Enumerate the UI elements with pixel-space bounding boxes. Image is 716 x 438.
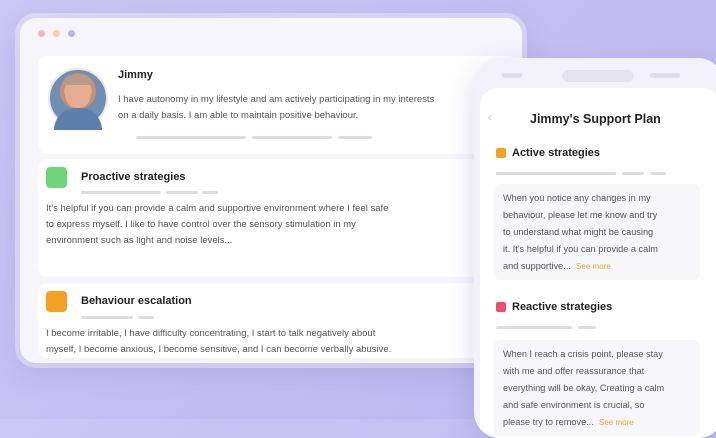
placeholder-line: [578, 326, 596, 329]
mobile-page-title: Jimmy's Support Plan: [530, 112, 661, 126]
behaviour-escalation-card[interactable]: Behaviour escalation I become irritable,…: [38, 283, 518, 358]
mobile-device: ‹ Jimmy's Support Plan Active strategies…: [474, 58, 716, 438]
browser-window: Jimmy I have autonomy in my lifestyle an…: [20, 18, 522, 363]
placeholder-line: [138, 316, 154, 319]
text-fragment: and supportive...: [503, 261, 571, 271]
placeholder-line: [81, 191, 161, 194]
active-strategies-card[interactable]: When you notice any changes in my behavi…: [494, 184, 700, 280]
text-line: and safe environment is crucial, so: [503, 400, 645, 410]
text-line: to understand what might be causing: [503, 227, 654, 237]
text-line: with me and offer reassurance that: [503, 366, 645, 376]
proactive-strategies-text: It's helpful if you can provide a calm a…: [46, 201, 486, 249]
avatar: [48, 68, 108, 130]
proactive-strategies-title: Proactive strategies: [81, 171, 186, 183]
text-line: When you notice any changes in my: [503, 193, 651, 203]
text-line: When I reach a crisis point, please stay: [503, 349, 663, 359]
proactive-color-square: [46, 167, 67, 188]
active-strategies-label: Active strategies: [512, 147, 601, 159]
profile-description: I have autonomy in my lifestyle and am a…: [118, 92, 518, 124]
text-line: everything will be okay, Creating a calm: [503, 383, 665, 393]
text-line: please try to remove... See more: [503, 414, 698, 431]
text-line: to express myself. I like to have contro…: [46, 219, 356, 230]
status-bar-time: [502, 73, 522, 78]
reactive-strategies-text: When I reach a crisis point, please stay…: [503, 346, 698, 431]
status-bar-icons: [650, 73, 680, 78]
placeholder-line: [202, 191, 218, 194]
window-dot-close[interactable]: [38, 30, 45, 37]
phone-notch: [562, 70, 634, 82]
chevron-left-icon[interactable]: ‹: [488, 110, 492, 124]
placeholder-line: [622, 172, 644, 175]
avatar-shirt: [54, 108, 102, 130]
see-more-link[interactable]: See more: [599, 418, 634, 427]
placeholder-line: [338, 136, 372, 139]
profile-name: Jimmy: [118, 69, 153, 81]
avatar-hair: [64, 75, 92, 85]
placeholder-line: [650, 172, 666, 175]
text-line: It's helpful if you can provide a calm a…: [46, 203, 389, 214]
placeholder-line: [252, 136, 332, 139]
text-line: I become irritable, I have difficulty co…: [46, 328, 376, 339]
behaviour-escalation-text: I become irritable, I have difficulty co…: [46, 326, 486, 358]
window-dot-minimize[interactable]: [53, 30, 60, 37]
placeholder-line: [496, 172, 616, 175]
see-more-link[interactable]: See more: [576, 262, 611, 271]
reactive-strategies-label: Reactive strategies: [512, 301, 613, 313]
text-line: and supportive... See more: [503, 258, 698, 275]
profile-card: Jimmy I have autonomy in my lifestyle an…: [38, 56, 518, 154]
profile-description-line: on a daily basis. I am able to maintain …: [118, 110, 359, 121]
placeholder-line: [136, 136, 246, 139]
text-line: myself, I become anxious, I become sensi…: [46, 344, 392, 355]
placeholder-line: [81, 316, 133, 319]
text-line: environment such as light and noise leve…: [46, 235, 233, 246]
active-color-square: [496, 148, 506, 158]
placeholder-line: [496, 326, 572, 329]
window-dot-maximize[interactable]: [68, 30, 75, 37]
reactive-strategies-card[interactable]: When I reach a crisis point, please stay…: [494, 340, 700, 436]
reactive-color-square: [496, 302, 506, 312]
placeholder-line: [166, 191, 198, 194]
window-controls: [38, 30, 75, 37]
text-line: behaviour, please let me know and try: [503, 210, 658, 220]
reactive-strategies-heading[interactable]: Reactive strategies: [496, 301, 612, 313]
text-line: it. It's helpful if you can provide a ca…: [503, 244, 658, 254]
behaviour-escalation-title: Behaviour escalation: [81, 295, 192, 307]
active-strategies-text: When you notice any changes in my behavi…: [503, 190, 698, 275]
escalation-color-square: [46, 291, 67, 312]
proactive-strategies-card[interactable]: Proactive strategies It's helpful if you…: [38, 159, 518, 277]
active-strategies-heading[interactable]: Active strategies: [496, 147, 600, 159]
profile-description-line: I have autonomy in my lifestyle and am a…: [118, 94, 435, 105]
